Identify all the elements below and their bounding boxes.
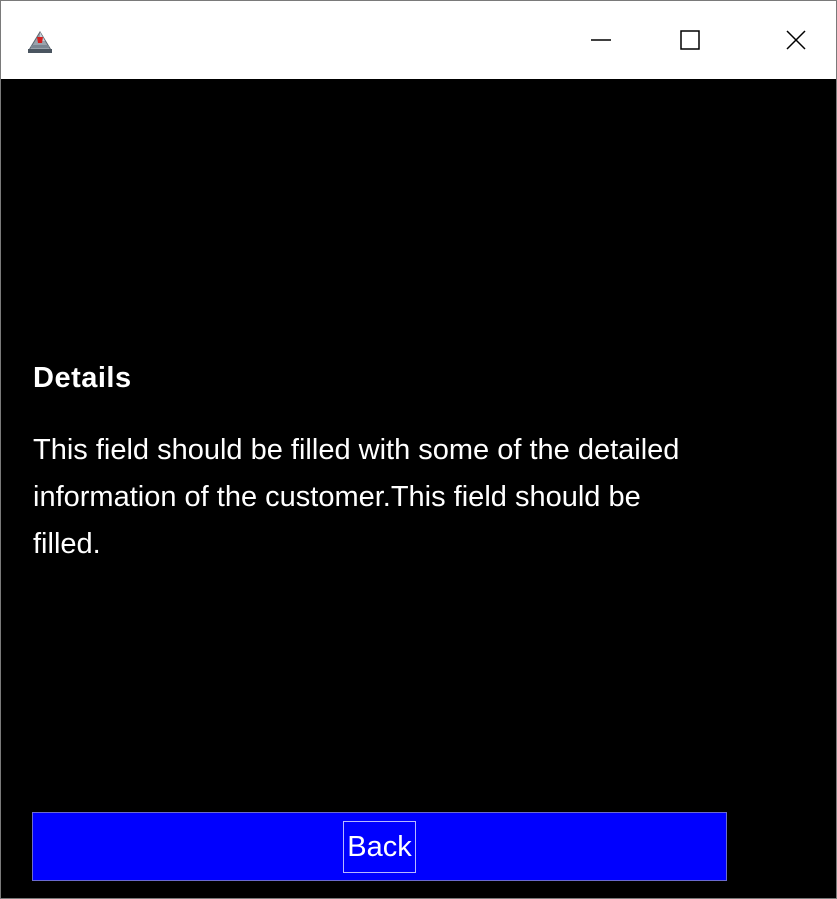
minimize-icon	[591, 39, 611, 41]
details-description: This field should be filled with some of…	[33, 434, 680, 560]
app-window: Details This field should be filled with…	[0, 0, 837, 899]
title-bar[interactable]	[1, 1, 836, 79]
java-app-icon	[28, 31, 52, 53]
back-button-label: Back	[343, 820, 416, 873]
back-button[interactable]: Back	[32, 812, 727, 881]
minimize-button[interactable]	[566, 1, 636, 79]
close-button[interactable]	[761, 1, 831, 79]
maximize-button[interactable]	[655, 1, 725, 79]
maximize-icon	[680, 30, 700, 50]
content-panel: Details This field should be filled with…	[1, 79, 836, 898]
details-title: Details	[33, 362, 132, 394]
close-icon	[786, 30, 806, 50]
